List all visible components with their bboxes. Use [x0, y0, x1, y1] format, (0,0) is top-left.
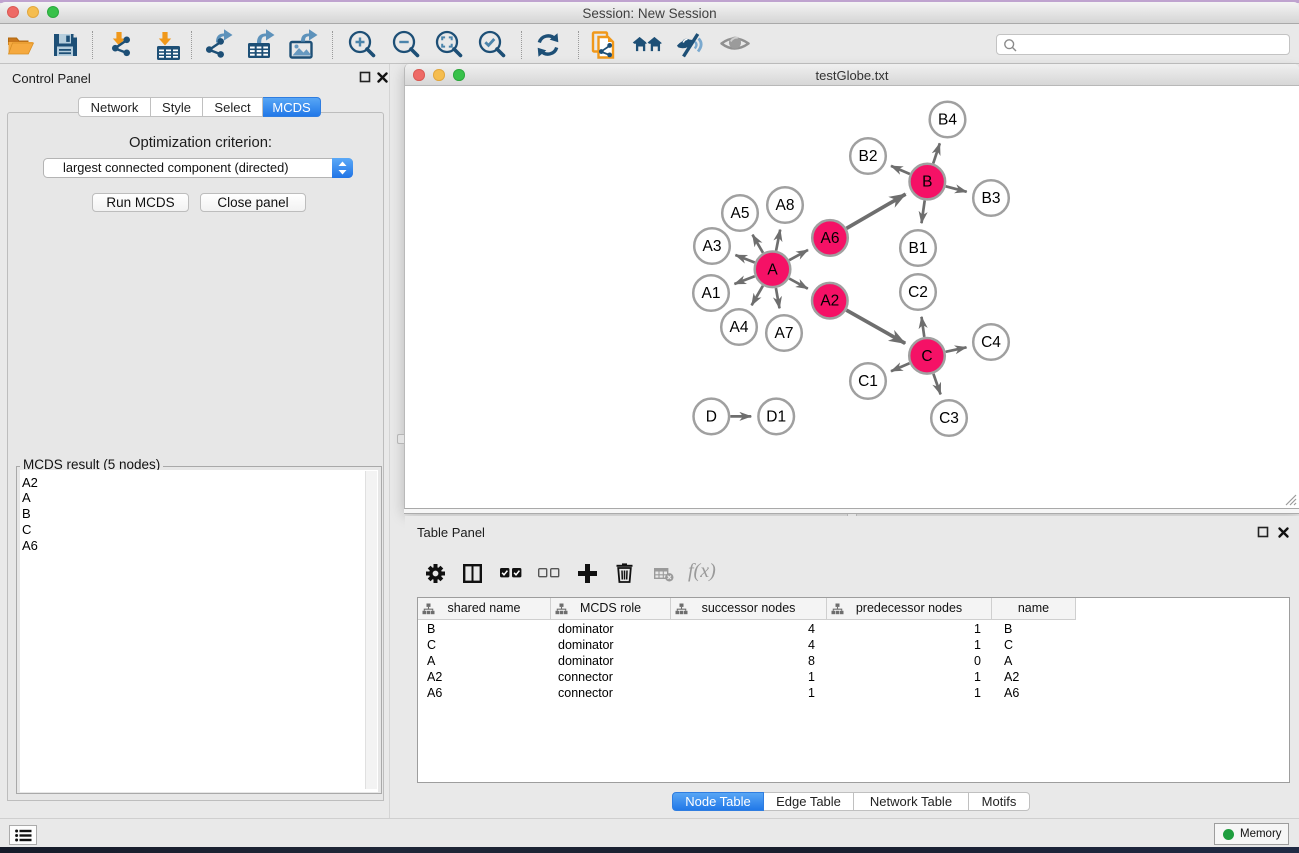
svg-text:C2: C2 — [908, 284, 928, 301]
svg-text:A4: A4 — [730, 319, 749, 336]
svg-text:C1: C1 — [858, 373, 878, 390]
svg-text:A: A — [767, 261, 778, 278]
svg-text:A8: A8 — [776, 197, 795, 214]
svg-text:A1: A1 — [702, 285, 721, 302]
svg-text:A5: A5 — [731, 205, 750, 222]
svg-text:A6: A6 — [821, 230, 840, 247]
svg-text:A7: A7 — [775, 325, 794, 342]
svg-text:A3: A3 — [703, 238, 722, 255]
svg-text:C3: C3 — [939, 410, 959, 427]
svg-text:A2: A2 — [820, 293, 839, 310]
svg-text:B4: B4 — [938, 112, 957, 129]
svg-text:D: D — [706, 408, 717, 425]
svg-text:B: B — [922, 174, 932, 191]
svg-text:C4: C4 — [981, 334, 1001, 351]
svg-text:C: C — [921, 348, 932, 365]
svg-text:B1: B1 — [909, 240, 928, 257]
svg-text:B3: B3 — [982, 190, 1001, 207]
svg-text:D1: D1 — [766, 408, 786, 425]
svg-text:B2: B2 — [859, 148, 878, 165]
